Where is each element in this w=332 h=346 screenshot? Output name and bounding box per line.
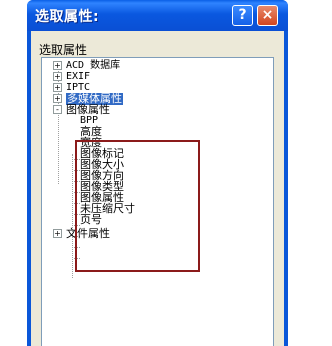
expand-icon[interactable]: + [53,72,62,81]
close-icon: × [261,7,274,23]
tree-connector [72,154,73,278]
close-button[interactable]: × [257,5,278,26]
question-mark-icon: ? [238,7,247,23]
expand-icon[interactable]: + [53,229,62,238]
help-button[interactable]: ? [232,5,253,26]
expand-icon[interactable]: + [53,94,62,103]
highlight-box [75,140,200,272]
group-label: 选取属性 [39,43,88,57]
title-bar[interactable]: 选取属性: ? × [27,0,288,31]
dialog-title: 选取属性: [35,9,100,25]
collapse-icon[interactable]: - [53,105,62,114]
expand-icon[interactable]: + [53,61,62,70]
expand-icon[interactable]: + [53,83,62,92]
